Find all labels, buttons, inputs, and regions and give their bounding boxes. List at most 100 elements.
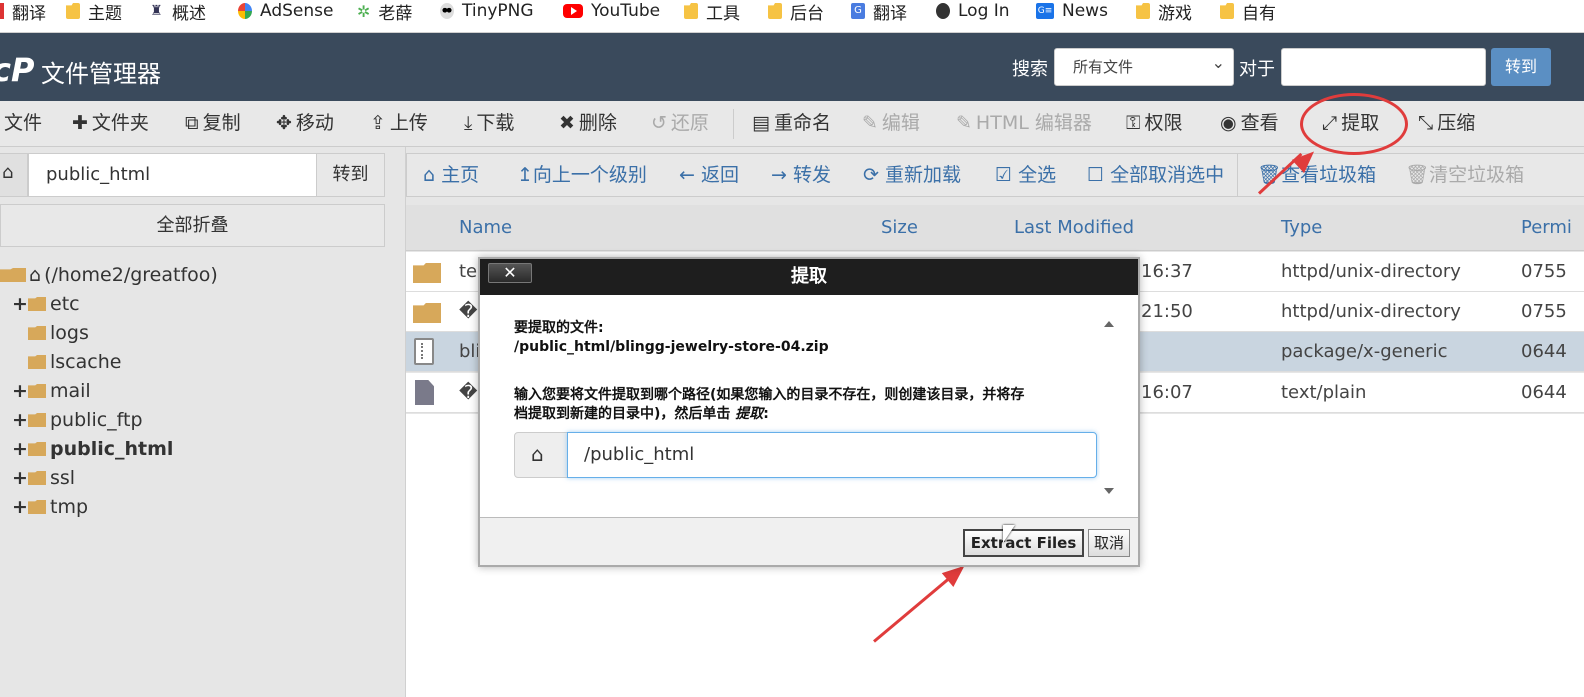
nav-back-button[interactable]: ← 返回 [679,154,739,196]
search-label: 搜索 [1012,59,1048,80]
nav-forward-button[interactable]: → 转发 [771,154,831,196]
column-name[interactable]: Name [459,205,512,251]
path-go-button[interactable]: 转到 [316,153,385,197]
bookmark-adsense[interactable]: AdSense [238,0,333,22]
dialog-scrollbar[interactable] [1100,315,1118,500]
download-button[interactable]: ⤓ 下载 [464,101,514,147]
file-permissions: 0755 [1521,301,1567,322]
new-file-button[interactable]: 文件 [4,101,42,147]
folder-icon [413,303,441,323]
bookmark-laoxue[interactable]: ✲ 老薛 [357,0,412,24]
expand-icon[interactable]: + [12,436,28,462]
close-icon[interactable]: ✕ [488,263,532,283]
folder-icon [413,263,441,283]
nav-select-all-button[interactable]: ☑ 全选 [995,154,1056,196]
nav-reload-button[interactable]: ⟳ 重新加载 [863,154,961,196]
tree-item-home[interactable]: ⌂ (/home2/greatfoo) [0,262,218,288]
key-icon: ⚿ [1126,112,1141,134]
tree-item-ssl[interactable]: + ssl [12,465,75,491]
file-name: � [459,382,478,403]
path-home-button[interactable]: ⌂ [0,153,28,197]
expand-icon[interactable]: + [12,465,28,491]
tree-item-etc[interactable]: + etc [12,291,80,317]
open-folder-icon [0,268,26,282]
tree-item-public-ftp[interactable]: + public_ftp [12,407,143,433]
level-up-icon: ↥ [517,164,533,186]
bookmark-tools[interactable]: 工具 [684,0,740,24]
scroll-down-icon[interactable] [1104,488,1114,494]
permissions-button[interactable]: ⚿ 权限 [1126,101,1182,147]
translate-icon: G [851,3,865,19]
folder-icon [28,500,46,514]
nav-up-level-button[interactable]: ↥向上一个级别 [517,154,647,196]
bookmark-own[interactable]: 自有 [1220,0,1276,24]
move-button[interactable]: ✥ 移动 [276,101,334,147]
file-label: 要提取的文件: [514,320,604,336]
bookmark-theme[interactable]: 主题 [66,0,122,24]
copy-button[interactable]: ⧉ 复制 [185,101,241,147]
restore-button[interactable]: ↺ 还原 [651,101,709,147]
file-modified: 16:07 [1141,382,1193,403]
extract-files-button[interactable]: Extract Files [963,529,1084,557]
nav-empty-trash-button[interactable]: 🗑清空垃圾箱 [1405,154,1524,196]
bookmark-admin[interactable]: 后台 [768,0,824,24]
edit-button[interactable]: ✎ 编辑 [862,101,920,147]
tree-item-lscache[interactable]: lscache [28,349,121,375]
html-editor-button[interactable]: ✎ HTML 编辑器 [956,101,1092,147]
search-input[interactable] [1281,48,1486,86]
bookmark-tinypng[interactable]: TinyPNG [440,0,534,22]
bookmark-login[interactable]: Log In [936,0,1010,22]
scroll-up-icon[interactable] [1104,321,1114,327]
delete-button[interactable]: ✖ 删除 [559,101,617,147]
bookmark-translate[interactable]: 翻译 [0,0,46,24]
search-go-button[interactable]: 转到 [1491,48,1551,86]
expand-icon[interactable]: + [12,494,28,520]
column-last-modified[interactable]: Last Modified [1014,205,1134,251]
dialog-title: 提取 [480,259,1138,295]
cpanel-logo[interactable]: cP [0,51,34,89]
bookmark-youtube[interactable]: YouTube [563,0,660,22]
bookmark-games[interactable]: 游戏 [1136,0,1192,24]
column-permissions[interactable]: Permi [1521,205,1572,251]
tree-item-mail[interactable]: + mail [12,378,91,404]
page-title: 文件管理器 [41,60,161,88]
folder-icon [28,413,46,427]
folder-icon [28,471,46,485]
collapse-all-button[interactable]: 全部折叠 [0,204,385,247]
file-permissions: 0755 [1521,261,1567,282]
folder-icon [28,442,46,456]
bookmark-overview[interactable]: ♜ 概述 [150,0,206,24]
tree-item-public-html[interactable]: + public_html [12,436,173,462]
upload-button[interactable]: ⇪ 上传 [370,101,428,147]
folder-icon [28,297,46,311]
expand-icon[interactable]: + [12,407,28,433]
new-folder-button[interactable]: ✚ 文件夹 [72,101,149,147]
nav-deselect-all-button[interactable]: ☐ 全部取消选中 [1087,154,1224,196]
file-modified: 16:37 [1141,261,1193,282]
destination-row: ⌂ /public_html [514,432,1098,478]
compress-button[interactable]: ⤡ 压缩 [1418,101,1475,147]
nav-home-button[interactable]: ⌂ 主页 [423,154,479,196]
path-input[interactable]: public_html [28,153,317,197]
bookmark-news[interactable]: G≡ News [1036,0,1108,22]
search-scope-select[interactable]: 所有文件 [1054,45,1234,86]
download-icon: ⤓ [464,112,473,134]
annotation-circle [1300,93,1408,155]
folder-icon [684,3,698,19]
bookmark-translate-2[interactable]: G 翻译 [851,0,907,24]
checkbox-empty-icon: ☐ [1087,164,1111,186]
cancel-button[interactable]: 取消 [1088,529,1130,557]
rename-button[interactable]: ▤ 重命名 [752,101,831,147]
google-icon [238,3,252,19]
view-button[interactable]: ◉ 查看 [1220,101,1279,147]
file-modified: 21:50 [1141,301,1193,322]
destination-path-input[interactable]: /public_html [567,432,1097,478]
column-type[interactable]: Type [1281,205,1322,251]
expand-icon[interactable]: + [12,291,28,317]
home-icon: ⌂ [29,264,42,286]
tree-item-logs[interactable]: logs [28,320,89,346]
tree-item-tmp[interactable]: + tmp [12,494,88,520]
column-size[interactable]: Size [881,205,918,251]
expand-icon[interactable]: + [12,378,28,404]
file-table-header: Name Size Last Modified Type Permi [406,205,1584,251]
